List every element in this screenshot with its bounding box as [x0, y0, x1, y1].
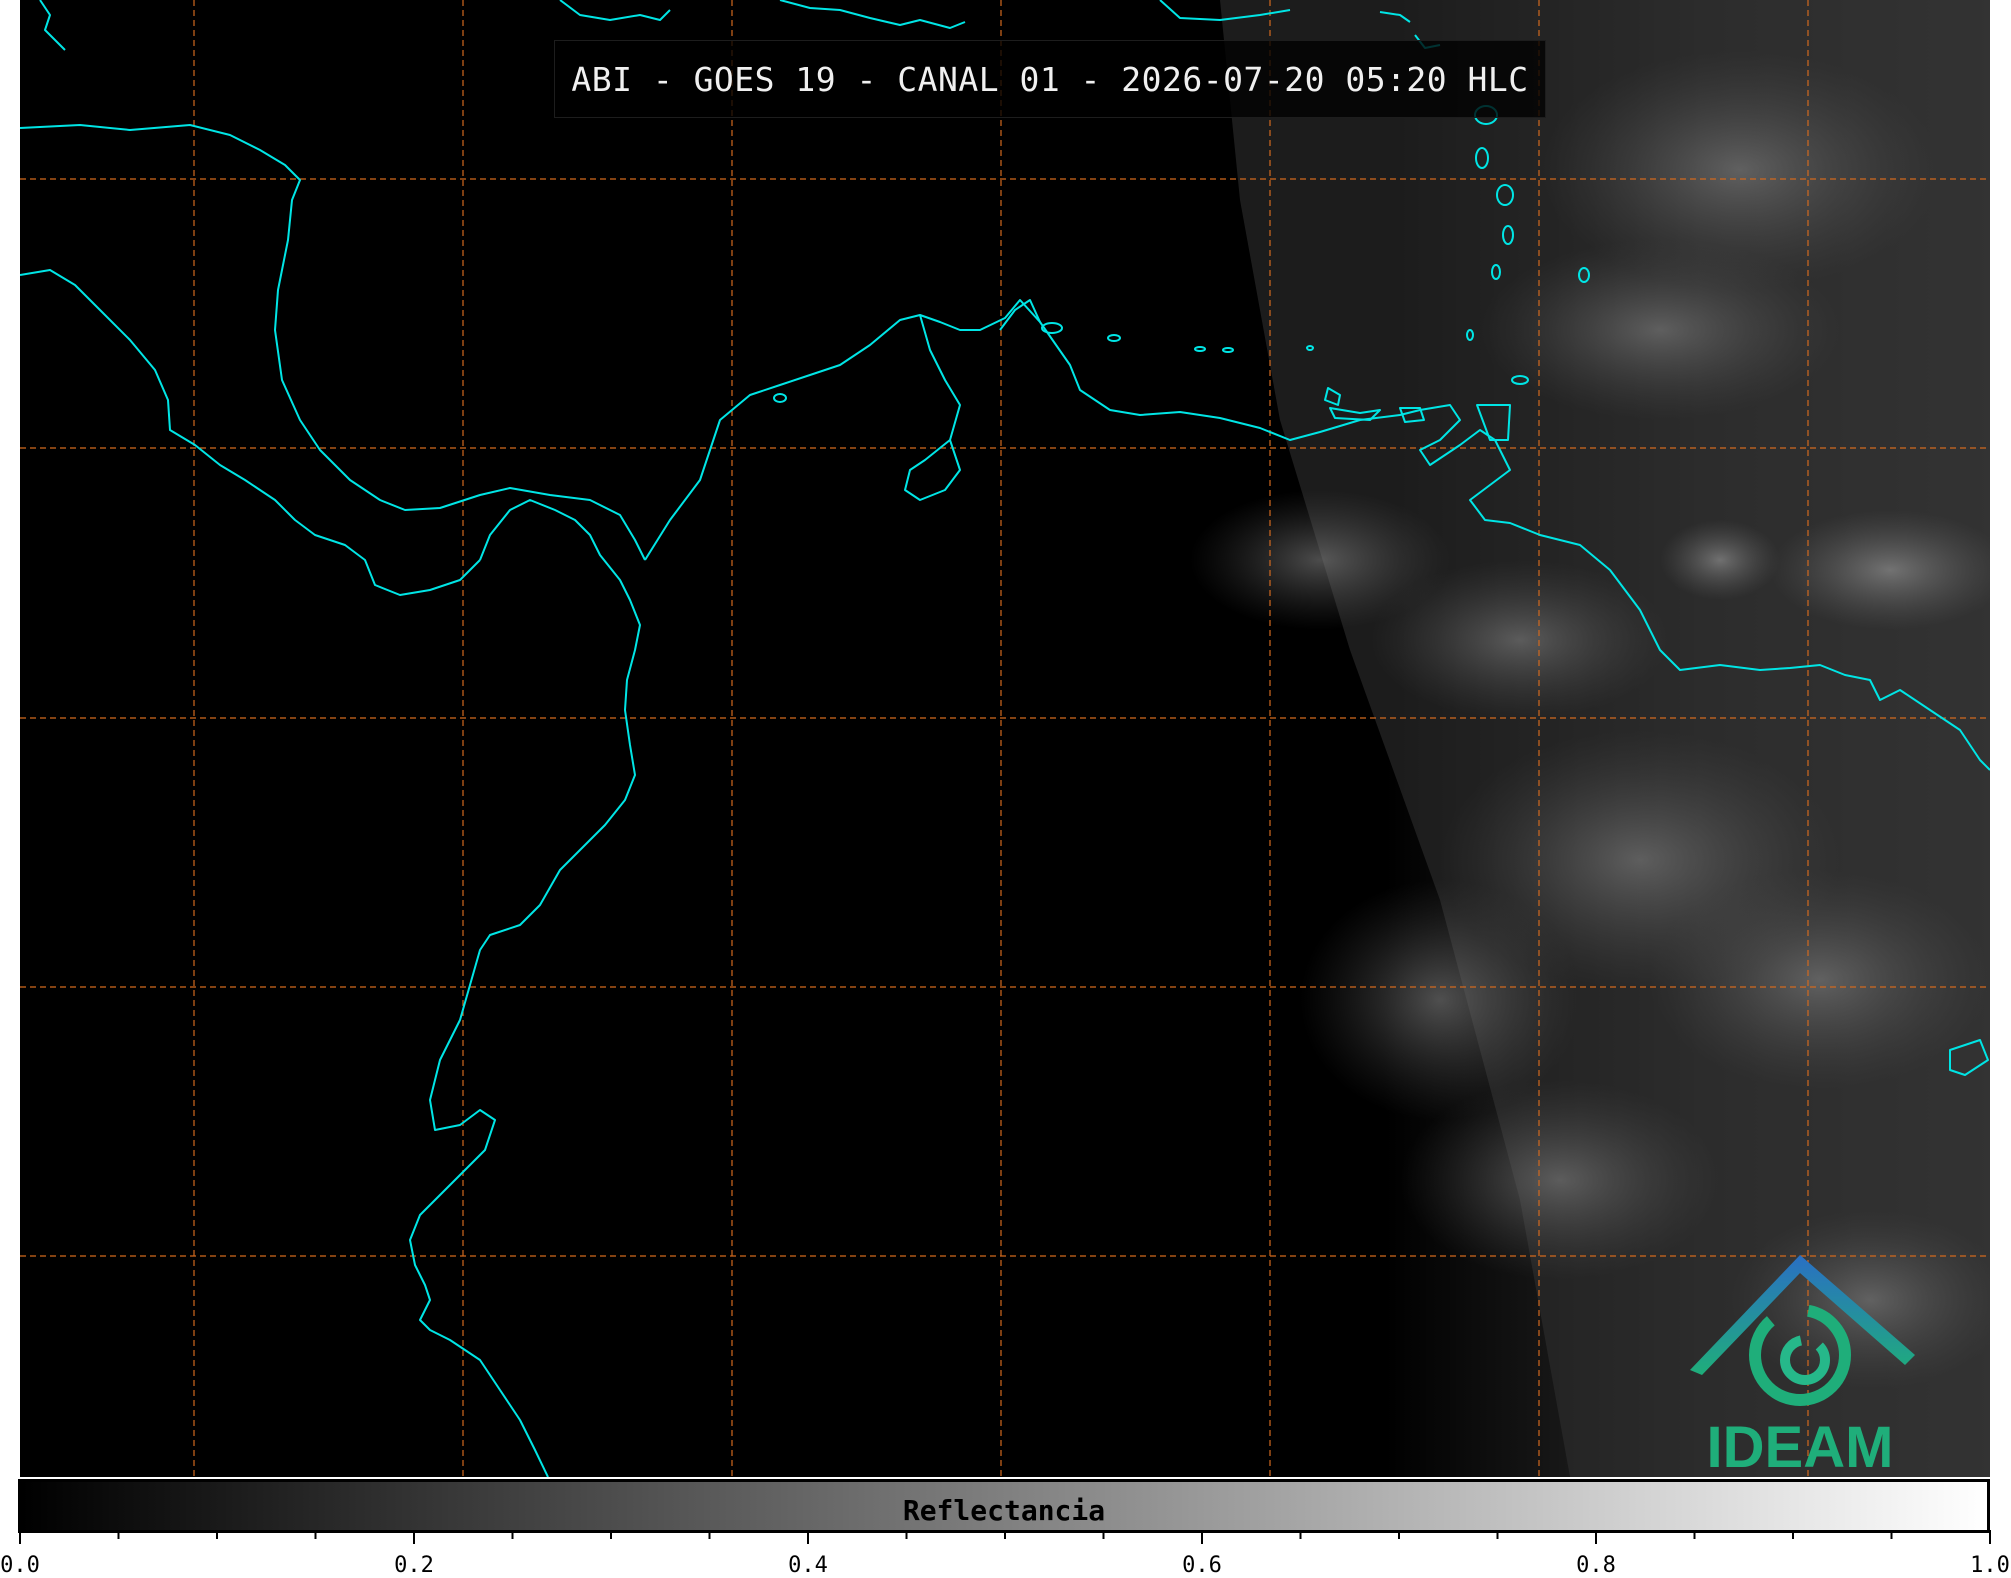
colorbar: Reflectancia: [18, 1479, 1990, 1533]
colorbar-tick-label: 1.0: [1970, 1553, 2010, 1578]
logo-text: IDEAM: [1707, 1415, 1894, 1477]
image-title: ABI - GOES 19 - CANAL 01 - 2026-07-20 05…: [554, 40, 1546, 118]
colorbar-tick-label: 0.2: [394, 1553, 434, 1578]
title-text: ABI - GOES 19 - CANAL 01 - 2026-07-20 05…: [571, 59, 1529, 99]
satellite-map: IDEAM: [20, 0, 1990, 1477]
colorbar-tick-label: 0.0: [0, 1553, 40, 1578]
colorbar-label: Reflectancia: [902, 1494, 1106, 1527]
colorbar-ticks: [19, 1530, 1991, 1544]
colorbar-tick-label: 0.6: [1182, 1553, 1222, 1578]
colorbar-tick-label: 0.4: [788, 1553, 828, 1578]
satellite-image-panel: IDEAM ABI - GOES 19 - CANAL 01 - 2026-07…: [20, 0, 1990, 1477]
colorbar-tick-label: 0.8: [1576, 1553, 1616, 1578]
